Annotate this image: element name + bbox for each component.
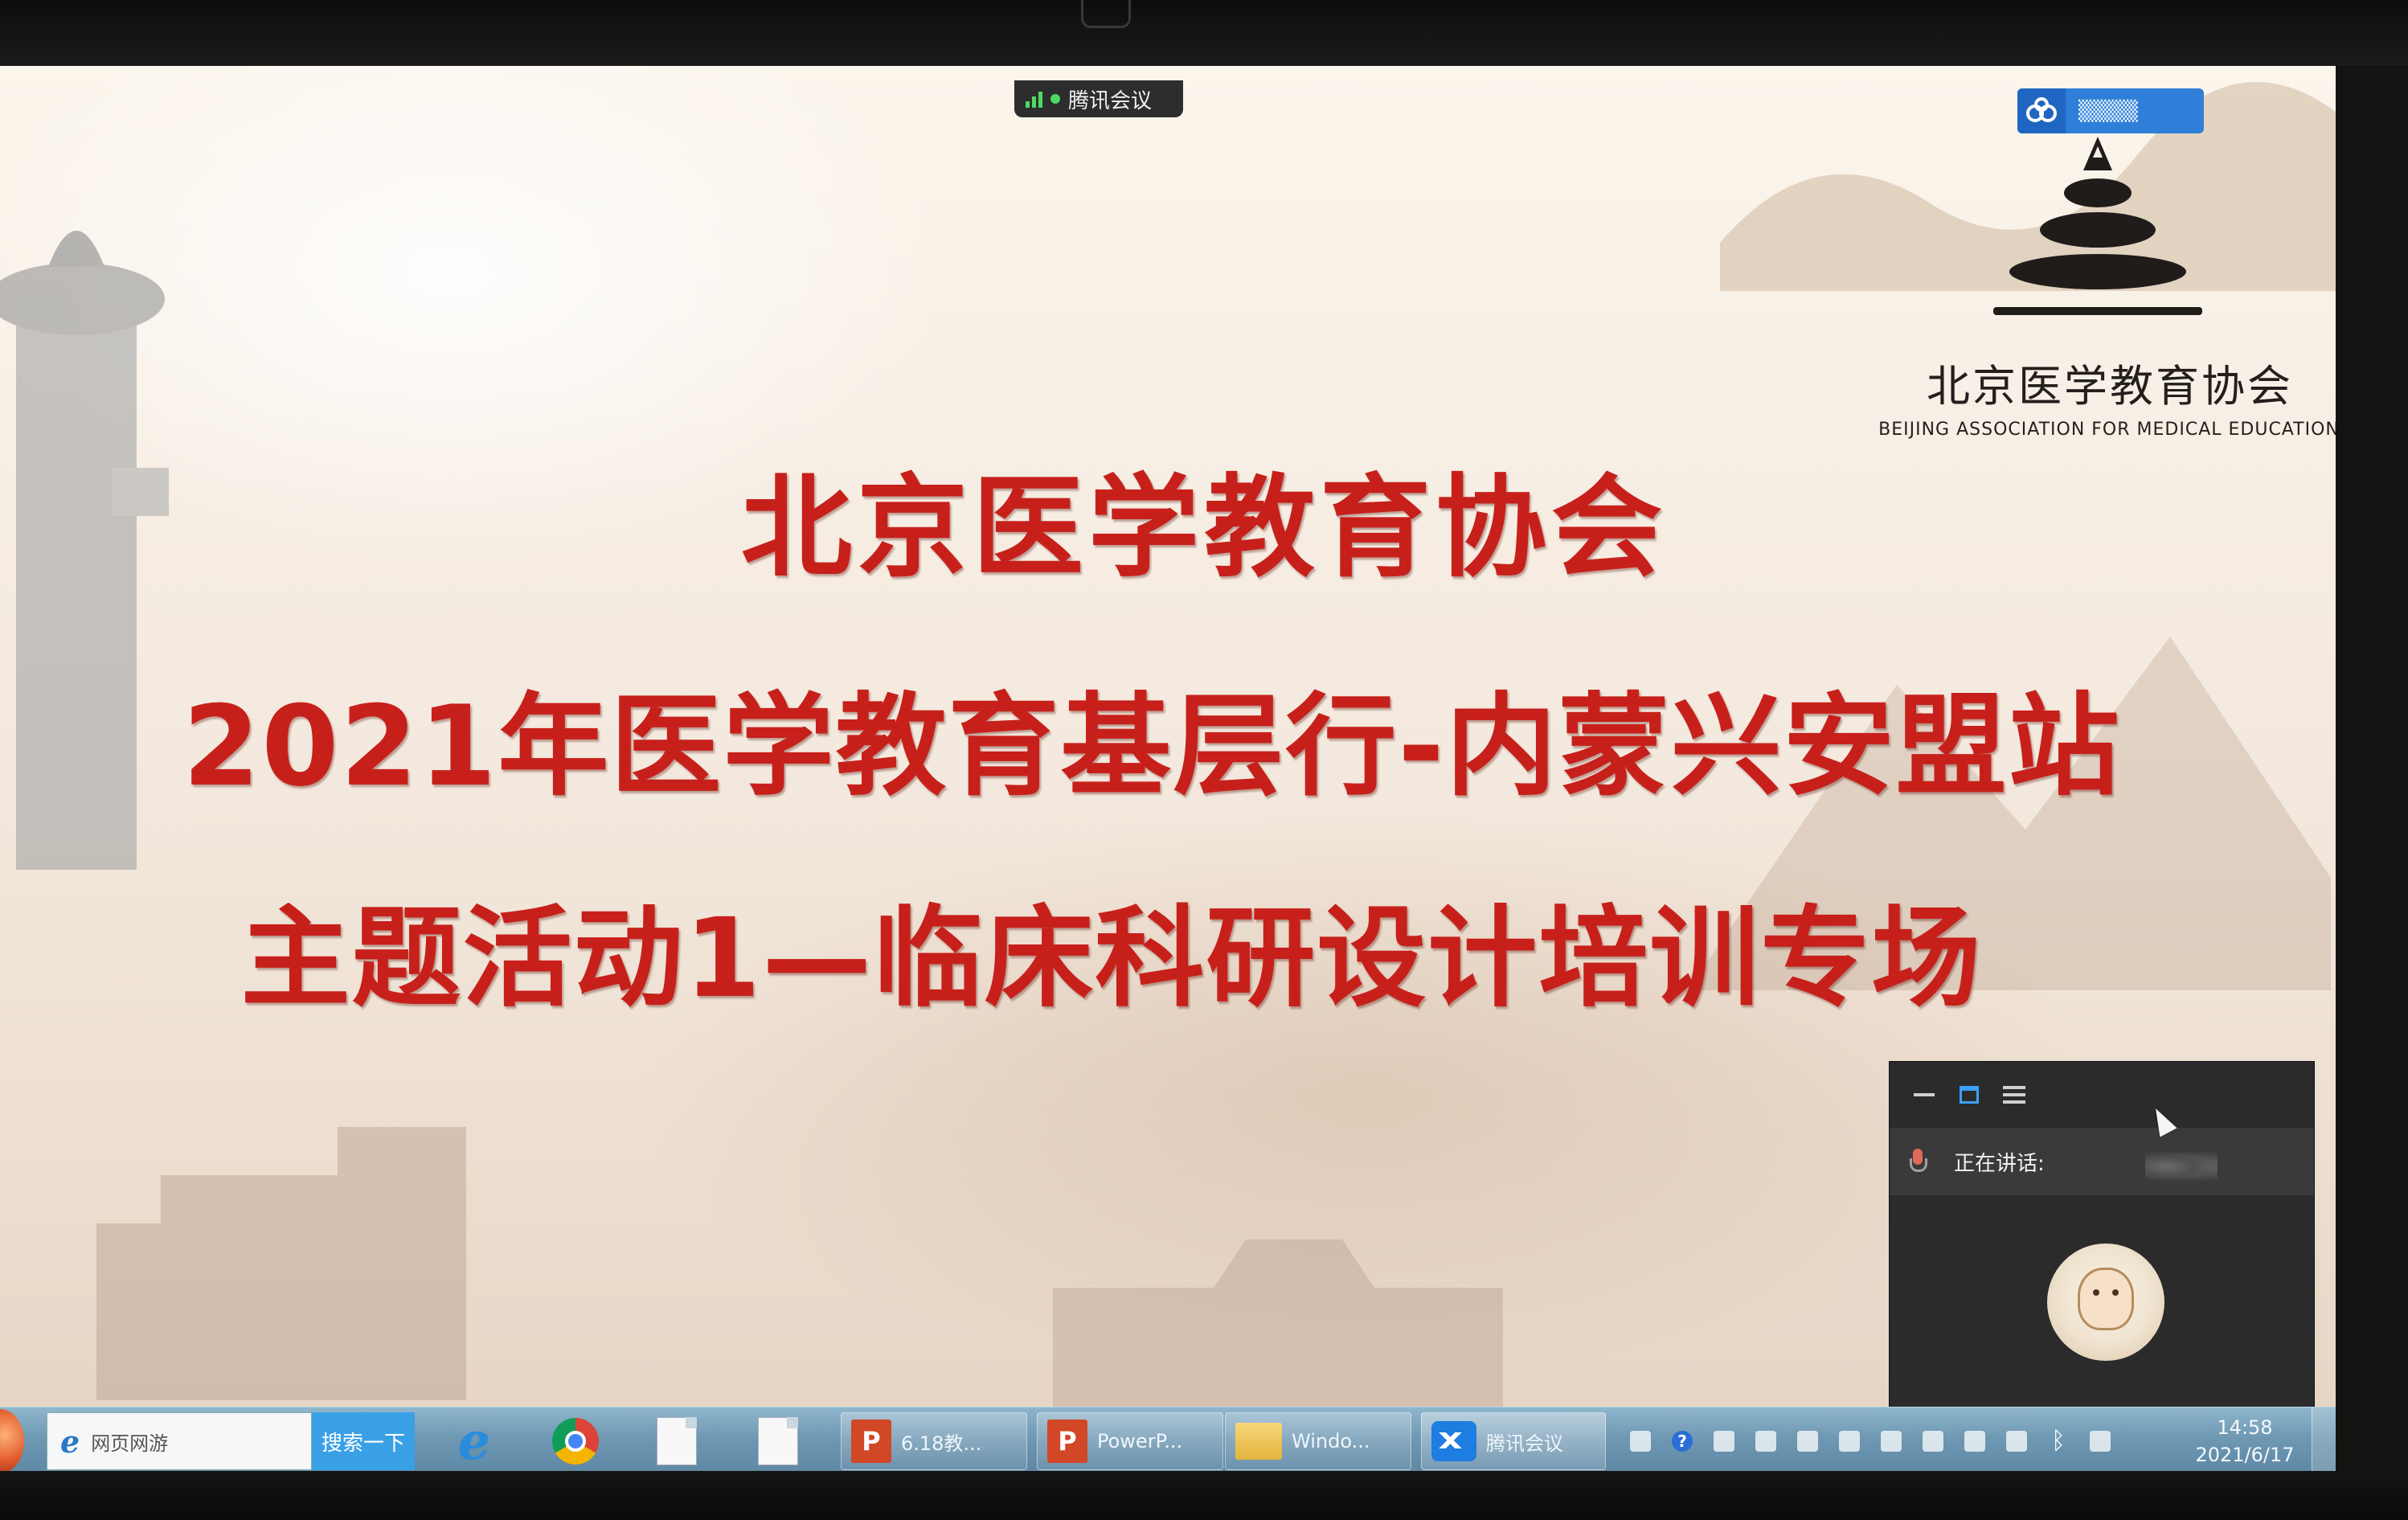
minimize-icon[interactable] <box>1910 1081 1938 1108</box>
slide-title-session: 主题活动1—临床科研设计培训专场 <box>240 895 1983 1022</box>
help-icon[interactable]: ? <box>1672 1431 1693 1452</box>
laptop-bezel-top <box>0 0 2408 66</box>
start-button[interactable] <box>0 1409 24 1473</box>
speaker-name-blurred <box>2145 1150 2218 1182</box>
clock-date: 2021/6/17 <box>2195 1444 2295 1466</box>
presentation-slide: 北京医学教育协会 2021年医学教育基层行-内蒙兴安盟站 主题活动1—临床科研设… <box>0 66 2336 1407</box>
microphone-icon <box>1909 1149 1927 1174</box>
taskbar-item-ppt-1[interactable]: P 6.18教... <box>841 1412 1027 1470</box>
webcam-icon <box>1081 0 1131 28</box>
search-placeholder: 网页网游 <box>91 1432 169 1455</box>
qq-icon[interactable] <box>1923 1431 1943 1452</box>
pinned-document-2[interactable] <box>738 1412 818 1470</box>
taskbar-item-label: Windo... <box>1292 1430 1370 1452</box>
speaking-label: 正在讲话: <box>1954 1151 2045 1176</box>
keyboard-icon[interactable] <box>1630 1431 1651 1452</box>
slide-title-organization: 北京医学教育协会 <box>740 463 1667 592</box>
usb-icon[interactable] <box>1755 1431 1776 1452</box>
taskbar-item-label: 6.18教... <box>901 1432 982 1455</box>
chrome-icon <box>552 1418 599 1465</box>
search-input[interactable]: e 网页网游 <box>47 1412 312 1470</box>
screen: 北京医学教育协会 2021年医学教育基层行-内蒙兴安盟站 主题活动1—临床科研设… <box>0 66 2336 1474</box>
folder-icon <box>1235 1423 1282 1460</box>
taskbar-item-explorer[interactable]: Windo... <box>1225 1412 1411 1470</box>
internet-explorer-icon: e <box>457 1411 491 1472</box>
speaker-panel-toolbar <box>1890 1062 2314 1128</box>
overlay-badge[interactable]: ▒▒▒▒ <box>2017 88 2204 133</box>
taskbar-item-label: 腾讯会议 <box>1486 1432 1563 1455</box>
window-mode-icon[interactable] <box>1955 1081 1983 1108</box>
logo-name-cn: 北京医学教育协会 <box>1927 361 2293 412</box>
network-signal-icon[interactable] <box>2006 1431 2027 1452</box>
recording-dot-icon <box>1050 94 1060 104</box>
input-method-icon[interactable] <box>1714 1431 1734 1452</box>
pinned-document-1[interactable] <box>637 1412 717 1470</box>
taskbar-item-ppt-2[interactable]: P PowerP... <box>1037 1412 1223 1470</box>
bluetooth-icon[interactable]: ᛒ <box>2048 1429 2069 1453</box>
speaking-indicator-row: 正在讲话: <box>1890 1128 2314 1195</box>
search-button[interactable]: 搜索一下 <box>312 1412 415 1470</box>
taskbar-clock[interactable]: 14:58 2021/6/17 <box>2170 1412 2320 1470</box>
system-tray: ? ᛒ <box>1616 1412 2259 1470</box>
laptop-bezel-bottom <box>0 1471 2408 1520</box>
powerpoint-icon: P <box>1047 1420 1087 1463</box>
overlay-badge-blurred-text: ▒▒▒▒ <box>2078 100 2138 122</box>
great-wall-tower-decoration <box>96 1127 466 1400</box>
ie-search-icon: e <box>60 1423 80 1460</box>
list-view-icon[interactable] <box>2001 1081 2028 1108</box>
logo-name-en: BEIJING ASSOCIATION FOR MEDICAL EDUCATIO… <box>1878 420 2336 440</box>
cloud-link-icon <box>2017 88 2066 133</box>
tencent-meeting-tray-icon[interactable] <box>1797 1431 1818 1452</box>
taskbar-item-tencent-meeting[interactable]: 腾讯会议 <box>1421 1412 1606 1470</box>
tencent-meeting-icon <box>1431 1421 1476 1461</box>
speaker-panel[interactable]: 正在讲话: <box>1889 1061 2315 1407</box>
power-icon[interactable] <box>2090 1431 2111 1452</box>
clipboard-icon[interactable] <box>1881 1431 1902 1452</box>
meeting-status-indicator[interactable]: 腾讯会议 <box>1014 80 1183 117</box>
pinned-chrome[interactable] <box>535 1412 616 1470</box>
volume-icon[interactable] <box>1964 1431 1985 1452</box>
participant-avatar[interactable] <box>2047 1243 2164 1361</box>
document-icon <box>758 1417 798 1465</box>
great-wall-decoration <box>1053 1239 1503 1407</box>
cartoon-avatar-icon <box>2078 1268 2134 1330</box>
pinned-internet-explorer[interactable]: e <box>434 1411 514 1472</box>
windows-taskbar: e 网页网游 搜索一下 e P 6.18教... P PowerP... Win… <box>0 1407 2336 1474</box>
document-icon <box>657 1417 697 1465</box>
meeting-indicator-label: 腾讯会议 <box>1068 88 1153 113</box>
slide-title-event: 2021年医学教育基层行-内蒙兴安盟站 <box>182 682 2121 811</box>
powerpoint-icon: P <box>851 1420 891 1463</box>
taskbar-item-label: PowerP... <box>1097 1430 1183 1452</box>
association-logo-icon <box>1993 137 2202 315</box>
security-plus-icon[interactable] <box>1839 1431 1860 1452</box>
show-desktop-button[interactable] <box>2312 1407 2336 1474</box>
signal-strength-icon <box>1026 90 1042 108</box>
clock-time: 14:58 <box>2217 1416 2273 1439</box>
